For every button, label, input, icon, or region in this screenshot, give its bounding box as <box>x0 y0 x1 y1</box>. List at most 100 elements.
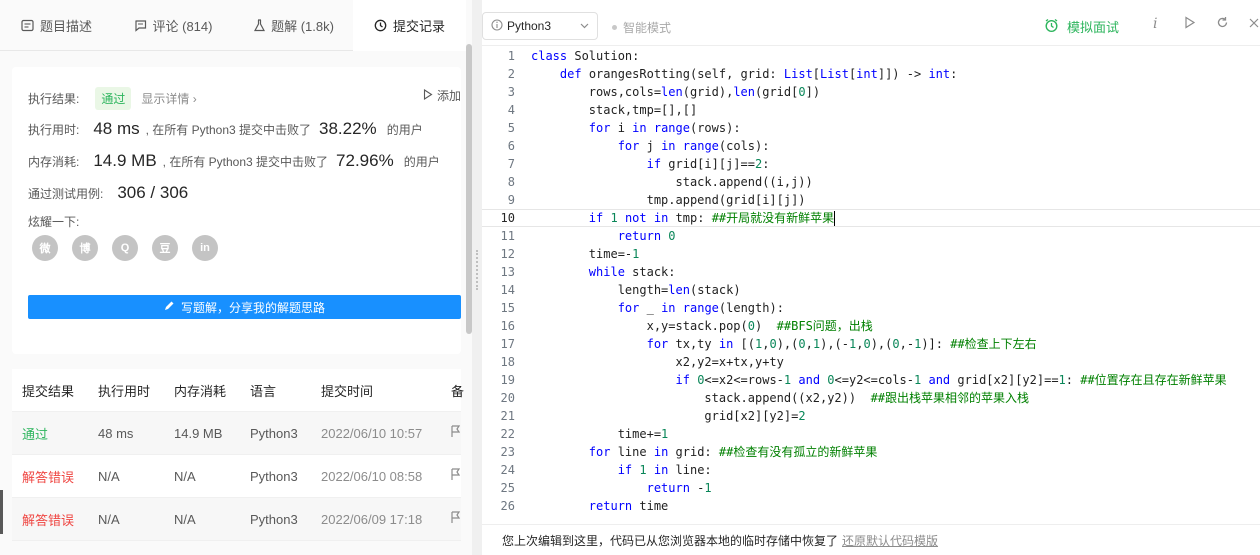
code-line[interactable]: 15 for _ in range(length): <box>482 299 1260 317</box>
resize-handle[interactable] <box>476 250 478 290</box>
language-select[interactable]: Python3 <box>482 12 598 40</box>
flag-icon[interactable] <box>451 425 461 441</box>
run-icon[interactable] <box>1184 16 1196 32</box>
line-number: 7 <box>507 157 515 171</box>
code-line[interactable]: 17 for tx,ty in [(1,0),(0,1),(-1,0),(0,-… <box>482 335 1260 353</box>
code-line[interactable]: 25 return -1 <box>482 479 1260 497</box>
code-line[interactable]: 7 if grid[i][j]==2: <box>482 155 1260 173</box>
code-text: return -1 <box>646 481 712 495</box>
submission-result-link[interactable]: 解答错误 <box>22 467 74 486</box>
code-line[interactable]: 16 x,y=stack.pop(0) ##BFS问题，出栈 <box>482 317 1260 335</box>
weibo-icon[interactable]: 博 <box>72 235 98 261</box>
line-number: 24 <box>500 463 515 477</box>
code-line[interactable]: 18 x2,y2=x+tx,y+ty <box>482 353 1260 371</box>
code-line[interactable]: 22 time+=1 <box>482 425 1260 443</box>
wechat-icon[interactable]: 微 <box>32 235 58 261</box>
douban-icon[interactable]: 豆 <box>152 235 178 261</box>
code-line[interactable]: 9 tmp.append(grid[i][j]) <box>482 191 1260 209</box>
show-details-link[interactable]: 显示详情 › <box>141 90 196 107</box>
restore-message: 您上次编辑到这里，代码已从您浏览器本地的临时存储中恢复了 <box>502 533 839 548</box>
code-line[interactable]: 8 stack.append((i,j)) <box>482 173 1260 191</box>
line-number: 11 <box>500 229 515 243</box>
code-line[interactable]: 2 def orangesRotting(self, grid: List[Li… <box>482 65 1260 83</box>
editor-panel: Python3 智能模式 模拟面试 i 1 class Solution: 2 de… <box>482 0 1260 555</box>
result-card: 执行结果: 通过 显示详情 › 添加 执行用时: 48 ms , 在所有 Pyt… <box>12 67 461 354</box>
info-icon[interactable]: i <box>1153 16 1157 32</box>
editor-toolbar: Python3 智能模式 模拟面试 i <box>482 0 1260 46</box>
col-header[interactable]: 提交时间 <box>321 381 373 400</box>
code-text: for i in range(rows): <box>588 121 741 135</box>
line-number: 26 <box>500 499 515 513</box>
code-line[interactable]: 23 for line in grid: ##检查有没有孤立的新鲜苹果 <box>482 443 1260 461</box>
code-line[interactable]: 24 if 1 in line: <box>482 461 1260 479</box>
code-line[interactable]: 1 class Solution: <box>482 47 1260 65</box>
status-label: 执行结果: <box>28 92 80 106</box>
runtime-beat-text: , 在所有 Python3 提交中击败了 <box>145 123 312 137</box>
submission-result-link[interactable]: 解答错误 <box>22 510 74 529</box>
code-text: tmp.append(grid[i][j]) <box>531 193 806 207</box>
chevron-down-icon <box>580 21 589 32</box>
submission-date: 2022/06/10 10:57 <box>321 425 423 441</box>
expand-icon[interactable] <box>1248 16 1260 32</box>
code-line[interactable]: 13 while stack: <box>482 263 1260 281</box>
line-number: 6 <box>507 139 515 153</box>
code-line[interactable]: 10 if 1 not in tmp: ##开局就没有新鲜苹果 <box>482 209 1260 227</box>
code-line[interactable]: 19 if 0<=x2<=rows-1 and 0<=y2<=cols-1 an… <box>482 371 1260 389</box>
description-icon <box>21 19 35 33</box>
qq-icon[interactable]: Q <box>112 235 138 261</box>
tab-comments[interactable]: 评论 (814) <box>113 0 233 51</box>
code-text: time+=1 <box>531 427 669 441</box>
line-number: 21 <box>500 409 515 423</box>
code-line[interactable]: 14 length=len(stack) <box>482 281 1260 299</box>
mock-interview-button[interactable]: 模拟面试 <box>1044 17 1119 36</box>
code-line[interactable]: 26 return time <box>482 497 1260 515</box>
line-number: 18 <box>500 355 515 369</box>
code-text: x2,y2=x+tx,y+ty <box>531 355 784 369</box>
submission-time: N/A <box>98 468 120 484</box>
table-row[interactable]: 解答错误 N/A N/A Python3 2022/06/10 08:58 <box>12 455 461 498</box>
side-tab-marker[interactable] <box>0 490 3 534</box>
status-dot-icon <box>612 25 617 30</box>
restore-default-link[interactable]: 还原默认代码模版 <box>842 532 938 549</box>
flag-icon[interactable] <box>451 511 461 527</box>
reset-icon[interactable] <box>1216 16 1229 32</box>
memory-value: 14.9 MB <box>93 151 157 170</box>
clock-icon <box>374 18 388 32</box>
code-line[interactable]: 4 stack,tmp=[],[] <box>482 101 1260 119</box>
line-number: 22 <box>500 427 515 441</box>
smart-mode-toggle[interactable]: 智能模式 <box>612 19 671 36</box>
tab-label: 题目描述 <box>39 19 92 34</box>
add-note-button[interactable]: 添加 <box>423 87 461 104</box>
write-solution-button[interactable]: 写题解，分享我的解题思路 <box>28 295 461 319</box>
code-line[interactable]: 20 stack.append((x2,y2)) ##跟出栈苹果相邻的苹果入栈 <box>482 389 1260 407</box>
col-header[interactable]: 语言 <box>250 381 276 400</box>
code-line[interactable]: 5 for i in range(rows): <box>482 119 1260 137</box>
code-line[interactable]: 12 time=-1 <box>482 245 1260 263</box>
line-number: 20 <box>500 391 515 405</box>
tab-description[interactable]: 题目描述 <box>0 0 113 51</box>
share-label: 炫耀一下: <box>28 215 80 229</box>
code-text: if 1 in line: <box>617 463 712 477</box>
code-line[interactable]: 3 rows,cols=len(grid),len(grid[0]) <box>482 83 1260 101</box>
col-header[interactable]: 提交结果 <box>22 381 74 400</box>
code-line[interactable]: 11 return 0 <box>482 227 1260 245</box>
line-number: 10 <box>500 211 515 225</box>
code-text: for j in range(cols): <box>617 139 770 153</box>
linkedin-icon[interactable]: in <box>192 235 218 261</box>
line-number: 3 <box>507 85 515 99</box>
table-row[interactable]: 通过 48 ms 14.9 MB Python3 2022/06/10 10:5… <box>12 412 461 455</box>
code-line[interactable]: 21 grid[x2][y2]=2 <box>482 407 1260 425</box>
col-header[interactable]: 执行用时 <box>98 381 150 400</box>
tab-submissions[interactable]: 提交记录 <box>353 0 466 51</box>
submission-date: 2022/06/10 08:58 <box>321 468 423 484</box>
col-header[interactable]: 内存消耗 <box>174 381 226 400</box>
code-text: for tx,ty in [(1,0),(0,1),(-1,0),(0,-1)]… <box>646 337 1037 351</box>
code-line[interactable]: 6 for j in range(cols): <box>482 137 1260 155</box>
submission-language: Python3 <box>250 511 298 527</box>
table-row[interactable]: 解答错误 N/A N/A Python3 2022/06/09 17:18 <box>12 498 461 541</box>
code-editor[interactable]: 1 class Solution: 2 def orangesRotting(sel… <box>482 46 1260 524</box>
flag-icon[interactable] <box>451 468 461 484</box>
tab-solutions[interactable]: 题解 (1.8k) <box>233 0 353 51</box>
submission-result-link[interactable]: 通过 <box>22 424 48 443</box>
alarm-clock-icon <box>1044 18 1059 36</box>
